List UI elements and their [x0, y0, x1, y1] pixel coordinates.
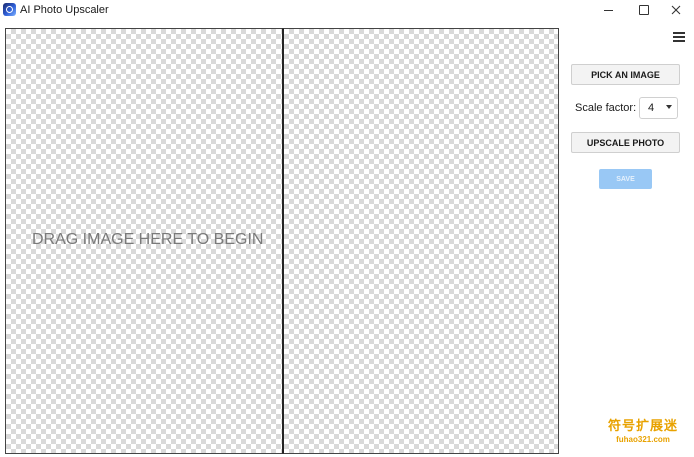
title-bar: AI Photo Upscaler — [0, 0, 694, 20]
minimize-button[interactable] — [590, 0, 626, 20]
app-icon — [3, 3, 16, 16]
close-button[interactable] — [658, 0, 694, 20]
result-image-panel — [283, 28, 559, 454]
save-button[interactable]: SAVE — [599, 169, 652, 189]
close-icon — [671, 5, 681, 15]
minimize-icon — [603, 9, 613, 11]
watermark-title: 符号扩展迷 — [607, 418, 678, 433]
upscale-photo-button[interactable]: UPSCALE PHOTO — [571, 132, 680, 153]
app-window: AI Photo Upscaler DRAG IMAGE HERE TO BEG… — [0, 0, 694, 457]
hamburger-menu-icon[interactable] — [673, 32, 685, 42]
window-title: AI Photo Upscaler — [20, 4, 109, 16]
source-image-drop-zone[interactable]: DRAG IMAGE HERE TO BEGIN — [5, 28, 283, 454]
pick-image-button[interactable]: PICK AN IMAGE — [571, 64, 680, 85]
maximize-icon — [639, 5, 649, 15]
scale-factor-select[interactable]: 4 — [639, 97, 678, 119]
watermark-url: fuhao321.com — [616, 435, 670, 444]
maximize-button[interactable] — [626, 0, 662, 20]
scale-factor-label: Scale factor: — [575, 102, 637, 114]
drop-hint: DRAG IMAGE HERE TO BEGIN — [32, 231, 264, 248]
scale-factor-value: 4 — [648, 102, 655, 114]
watermark: 符号扩展迷 fuhao321.com — [596, 418, 690, 445]
chevron-down-icon — [666, 105, 672, 109]
